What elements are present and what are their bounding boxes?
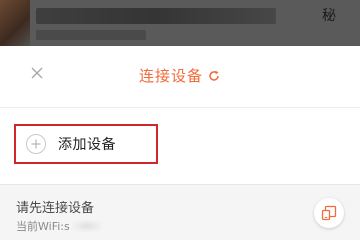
wifi-name-obscured (71, 220, 102, 232)
add-device-label: 添加设备 (58, 137, 116, 153)
refresh-icon[interactable] (207, 69, 221, 83)
background-blurred-title (36, 8, 276, 24)
background-title-suffix: 秘 (322, 8, 336, 24)
sheet-header: 连接设备 (0, 46, 360, 108)
add-device-button[interactable]: 添加设备 (14, 124, 158, 164)
current-wifi-label: 当前WiFi:s (16, 220, 70, 233)
connect-prompt: 请先连接设备 (16, 201, 95, 216)
current-wifi: 当前WiFi:s (16, 218, 102, 234)
header-divider (0, 107, 360, 108)
device-screen-icon[interactable] (314, 198, 344, 228)
sheet-title-group: 连接设备 (0, 66, 360, 86)
connection-status-footer: 请先连接设备 当前WiFi:s (0, 184, 360, 240)
connect-device-screen: 秘 连接设备 添加设备 请先连接设备 当前WiFi:s (0, 0, 360, 240)
background-content: 秘 (0, 0, 360, 46)
background-thumbnail (0, 0, 30, 46)
background-blurred-subtitle (36, 30, 146, 40)
sheet-title: 连接设备 (138, 67, 203, 85)
connect-device-sheet: 连接设备 添加设备 请先连接设备 当前WiFi:s (0, 46, 360, 240)
plus-circle-icon (26, 134, 46, 154)
